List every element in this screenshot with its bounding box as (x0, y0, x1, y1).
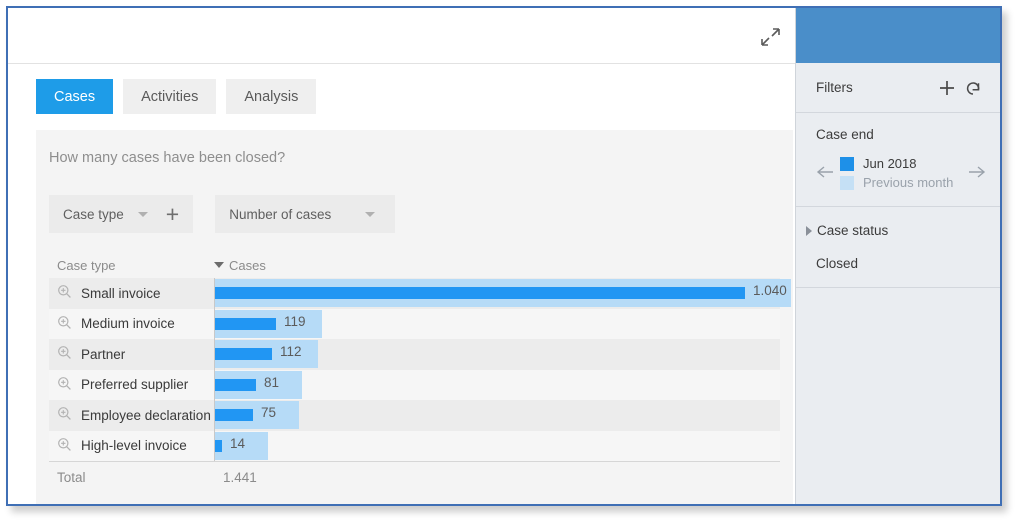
bar-value-label: 81 (264, 375, 279, 390)
bar (215, 379, 256, 391)
table-row-label: Partner (81, 347, 125, 362)
legend-row-current[interactable]: Jun 2018 (840, 154, 966, 173)
metric-selector-label: Number of cases (229, 207, 331, 222)
table-row-category: Preferred supplier (49, 376, 214, 394)
tab-analysis-label: Analysis (244, 89, 298, 105)
legend-label-current: Jun 2018 (863, 156, 917, 171)
case-type-selector[interactable]: Case type + (49, 195, 193, 233)
sort-desc-caret-icon[interactable] (214, 262, 224, 268)
filter-case-end-body: Jun 2018 Previous month (796, 154, 1000, 192)
expand-diagonal-icon[interactable] (759, 26, 781, 48)
bar (215, 440, 222, 452)
filter-case-status-header[interactable]: Case status (796, 223, 1000, 238)
arrow-left-icon[interactable] (814, 164, 836, 183)
filter-case-end: Case end Jun 2018 Previous month (796, 113, 1000, 207)
bar-value-label: 75 (261, 405, 276, 420)
arrow-right-icon[interactable] (966, 164, 988, 183)
table-row-label: Employee declaration (81, 408, 211, 423)
filters-topbar (796, 8, 1000, 63)
tab-cases-label: Cases (54, 89, 95, 105)
table-row-label: Small invoice (81, 286, 161, 301)
filters-panel: Filters Case end (795, 8, 1000, 504)
bar (215, 409, 253, 421)
undo-reset-icon[interactable] (960, 75, 986, 101)
content-card: How many cases have been closed? Case ty… (36, 130, 793, 504)
filters-title: Filters (816, 80, 934, 95)
case-end-legend: Jun 2018 Previous month (836, 154, 966, 192)
table-row-bar-area: 1.040 (214, 278, 780, 309)
bar (215, 287, 745, 299)
tab-cases[interactable]: Cases (36, 79, 113, 114)
filter-case-status: Case status Closed (796, 207, 1000, 288)
zoom-in-magnifier-icon[interactable] (57, 345, 72, 363)
table-row-category: Small invoice (49, 284, 214, 302)
table-body: Small invoice 1.040 Medium invoice 119 Partn… (49, 278, 780, 461)
table-row-category: Employee declaration (49, 406, 214, 424)
results-table: Case type Cases Small invoice1.040Medium… (49, 252, 780, 492)
filters-header: Filters (796, 63, 1000, 113)
main-pane: Cases Activities Analysis How many cases… (8, 8, 795, 504)
table-row-category: High-level invoice (49, 437, 214, 455)
filter-case-status-value: Closed (796, 256, 1000, 271)
table-row[interactable]: Employee declaration 75 (49, 400, 780, 431)
table-row-category: Medium invoice (49, 315, 214, 333)
table-row-bar-area: 112 (214, 339, 780, 370)
legend-swatch-current (840, 157, 854, 171)
filter-case-end-title: Case end (796, 127, 1000, 142)
column-header-category[interactable]: Case type (49, 258, 214, 273)
zoom-in-magnifier-icon[interactable] (57, 315, 72, 333)
zoom-in-magnifier-icon[interactable] (57, 437, 72, 455)
total-label: Total (49, 470, 214, 485)
bar-value-label: 14 (230, 436, 245, 451)
tab-activities[interactable]: Activities (123, 79, 216, 114)
column-header-value[interactable]: Cases (214, 258, 266, 273)
table-row[interactable]: Partner 112 (49, 339, 780, 370)
total-value: 1.441 (214, 470, 257, 485)
add-dimension-button[interactable]: + (166, 203, 179, 226)
table-row-bar-area: 81 (214, 370, 780, 401)
metric-selector[interactable]: Number of cases (215, 195, 395, 233)
legend-swatch-previous (840, 176, 854, 190)
table-row-label: High-level invoice (81, 438, 187, 453)
filter-case-status-title: Case status (817, 223, 888, 238)
table-row[interactable]: Preferred supplier 81 (49, 370, 780, 401)
plus-icon[interactable] (934, 75, 960, 101)
table-row[interactable]: High-level invoice 14 (49, 431, 780, 462)
question-title: How many cases have been closed? (49, 150, 285, 166)
bar-value-label: 1.040 (753, 283, 787, 298)
triangle-right-icon[interactable] (806, 226, 812, 236)
tab-analysis[interactable]: Analysis (226, 79, 316, 114)
bar-value-label: 119 (284, 314, 306, 329)
table-row[interactable]: Medium invoice 119 (49, 309, 780, 340)
table-row[interactable]: Small invoice 1.040 (49, 278, 780, 309)
title-bar (8, 8, 795, 64)
chevron-down-icon[interactable] (365, 212, 375, 217)
column-header-value-label: Cases (229, 258, 266, 273)
chevron-down-icon[interactable] (138, 212, 148, 217)
table-row-bar-area: 75 (214, 400, 780, 431)
total-row: Total 1.441 (49, 461, 780, 492)
zoom-in-magnifier-icon[interactable] (57, 284, 72, 302)
bar (215, 318, 276, 330)
selector-bar: Case type + Number of cases (49, 195, 395, 233)
tab-bar: Cases Activities Analysis (36, 79, 316, 114)
tab-activities-label: Activities (141, 89, 198, 105)
zoom-in-magnifier-icon[interactable] (57, 376, 72, 394)
legend-label-previous: Previous month (863, 175, 953, 190)
legend-row-previous[interactable]: Previous month (840, 173, 966, 192)
table-row-label: Medium invoice (81, 316, 175, 331)
table-row-category: Partner (49, 345, 214, 363)
table-row-bar-area: 119 (214, 309, 780, 340)
application-window: Cases Activities Analysis How many cases… (6, 6, 1002, 506)
table-row-bar-area: 14 (214, 431, 780, 462)
zoom-in-magnifier-icon[interactable] (57, 406, 72, 424)
case-type-selector-label: Case type (63, 207, 124, 222)
bar-value-label: 112 (280, 344, 302, 359)
table-row-label: Preferred supplier (81, 377, 188, 392)
table-header-row: Case type Cases (49, 252, 780, 278)
bar (215, 348, 272, 360)
